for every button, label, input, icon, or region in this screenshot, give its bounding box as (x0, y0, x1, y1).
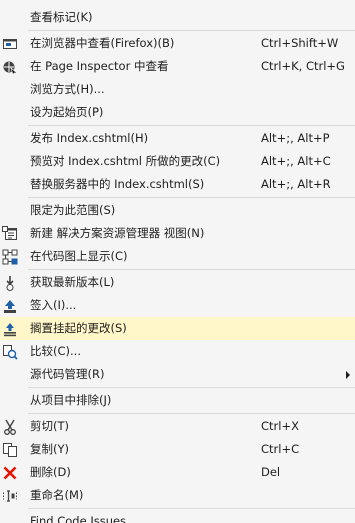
menu-item-publish[interactable]: 发布 Index.cshtml(H) Alt+;, Alt+P (0, 127, 355, 150)
menu-item-label: 预览对 Index.cshtml 所做的更改(C) (30, 154, 221, 168)
menu-item-label: 搁置挂起的更改(S) (30, 321, 127, 335)
menu-item-label: 限定为此范围(S) (30, 203, 116, 217)
menu-item-check-in[interactable]: 签入(I)... (0, 294, 355, 317)
menu-item-label: 替换服务器中的 Index.cshtml(S) (30, 177, 205, 191)
submenu-arrow-icon (346, 371, 350, 379)
context-menu: 查看标记(K) 在浏览器中查看(Firefox)(B) Ctrl+Shift+W… (0, 0, 355, 523)
delete-icon (1, 464, 19, 481)
menu-separator (28, 125, 355, 126)
menu-item-preview-changes[interactable]: 预览对 Index.cshtml 所做的更改(C) Alt+;, Alt+C (0, 150, 355, 173)
cut-icon (1, 418, 19, 435)
menu-item-label: 浏览方式(H)... (30, 82, 105, 96)
menu-item-label: 发布 Index.cshtml(H) (30, 131, 149, 145)
menu-item-get-latest-version[interactable]: 获取最新版本(L) (0, 271, 355, 294)
menu-item-view-in-browser[interactable]: 在浏览器中查看(Firefox)(B) Ctrl+Shift+W (0, 32, 355, 55)
menu-item-label: 在 Page Inspector 中查看 (30, 59, 169, 73)
page-inspector-icon (1, 58, 19, 75)
menu-item-label: 签入(I)... (30, 298, 77, 312)
browser-view-icon (1, 35, 19, 52)
menu-item-rename[interactable]: 重命名(M) (0, 484, 355, 507)
menu-item-label: 在浏览器中查看(Firefox)(B) (30, 36, 175, 50)
menu-item-source-control[interactable]: 源代码管理(R) (0, 363, 355, 386)
menu-item-new-solution-explorer-view[interactable]: 新建 解决方案资源管理器 视图(N) (0, 222, 355, 245)
menu-item-label: 剪切(T) (30, 419, 69, 433)
menu-item-find-code-issues[interactable]: Find Code Issues (0, 510, 355, 523)
compare-icon (1, 343, 19, 360)
menu-item-shortcut: Alt+;, Alt+P (261, 131, 330, 145)
menu-item-scope-to-this[interactable]: 限定为此范围(S) (0, 199, 355, 222)
menu-item-set-as-start-page[interactable]: 设为起始页(P) (0, 101, 355, 124)
new-solution-view-icon (1, 225, 19, 242)
menu-item-view-markup[interactable]: 查看标记(K) (0, 6, 355, 29)
menu-separator (28, 387, 355, 388)
menu-separator (28, 197, 355, 198)
menu-item-shortcut: Del (261, 465, 281, 479)
code-map-icon (1, 248, 19, 265)
menu-item-exclude-from-project[interactable]: 从项目中排除(J) (0, 389, 355, 412)
menu-item-delete[interactable]: 删除(D) Del (0, 461, 355, 484)
menu-item-copy[interactable]: 复制(Y) Ctrl+C (0, 438, 355, 461)
menu-separator (28, 508, 355, 509)
menu-item-cut[interactable]: 剪切(T) Ctrl+X (0, 415, 355, 438)
menu-item-label: 新建 解决方案资源管理器 视图(N) (30, 226, 205, 240)
menu-item-shortcut: Alt+;, Alt+R (261, 177, 331, 191)
rename-icon (1, 487, 19, 504)
menu-item-compare[interactable]: 比较(C)... (0, 340, 355, 363)
menu-item-label: 复制(Y) (30, 442, 69, 456)
menu-item-shortcut: Ctrl+K, Ctrl+G (261, 59, 345, 73)
menu-item-shortcut: Ctrl+C (261, 442, 300, 456)
get-latest-icon (1, 274, 19, 291)
menu-separator (28, 269, 355, 270)
shelve-icon (1, 320, 19, 337)
menu-separator (28, 30, 355, 31)
menu-item-view-in-page-inspector[interactable]: 在 Page Inspector 中查看 Ctrl+K, Ctrl+G (0, 55, 355, 78)
menu-item-label: 查看标记(K) (30, 10, 93, 24)
menu-item-label: 重命名(M) (30, 488, 84, 502)
menu-item-shortcut: Ctrl+X (261, 419, 299, 433)
menu-item-show-on-code-map[interactable]: 在代码图上显示(C) (0, 245, 355, 268)
menu-item-label: Find Code Issues (30, 514, 127, 523)
menu-item-shortcut: Ctrl+Shift+W (261, 36, 339, 50)
menu-item-label: 源代码管理(R) (30, 367, 105, 381)
menu-item-label: 比较(C)... (30, 344, 81, 358)
menu-item-label: 设为起始页(P) (30, 105, 104, 119)
menu-item-browse-with[interactable]: 浏览方式(H)... (0, 78, 355, 101)
menu-item-label: 从项目中排除(J) (30, 393, 112, 407)
copy-icon (1, 441, 19, 458)
menu-item-shortcut: Alt+;, Alt+C (261, 154, 331, 168)
menu-item-label: 获取最新版本(L) (30, 275, 115, 289)
menu-item-label: 删除(D) (30, 465, 71, 479)
check-in-icon (1, 297, 19, 314)
menu-separator (28, 413, 355, 414)
menu-item-label: 在代码图上显示(C) (30, 249, 128, 263)
menu-item-replace-from-server[interactable]: 替换服务器中的 Index.cshtml(S) Alt+;, Alt+R (0, 173, 355, 196)
menu-item-shelve-pending-changes[interactable]: 搁置挂起的更改(S) (0, 317, 355, 340)
